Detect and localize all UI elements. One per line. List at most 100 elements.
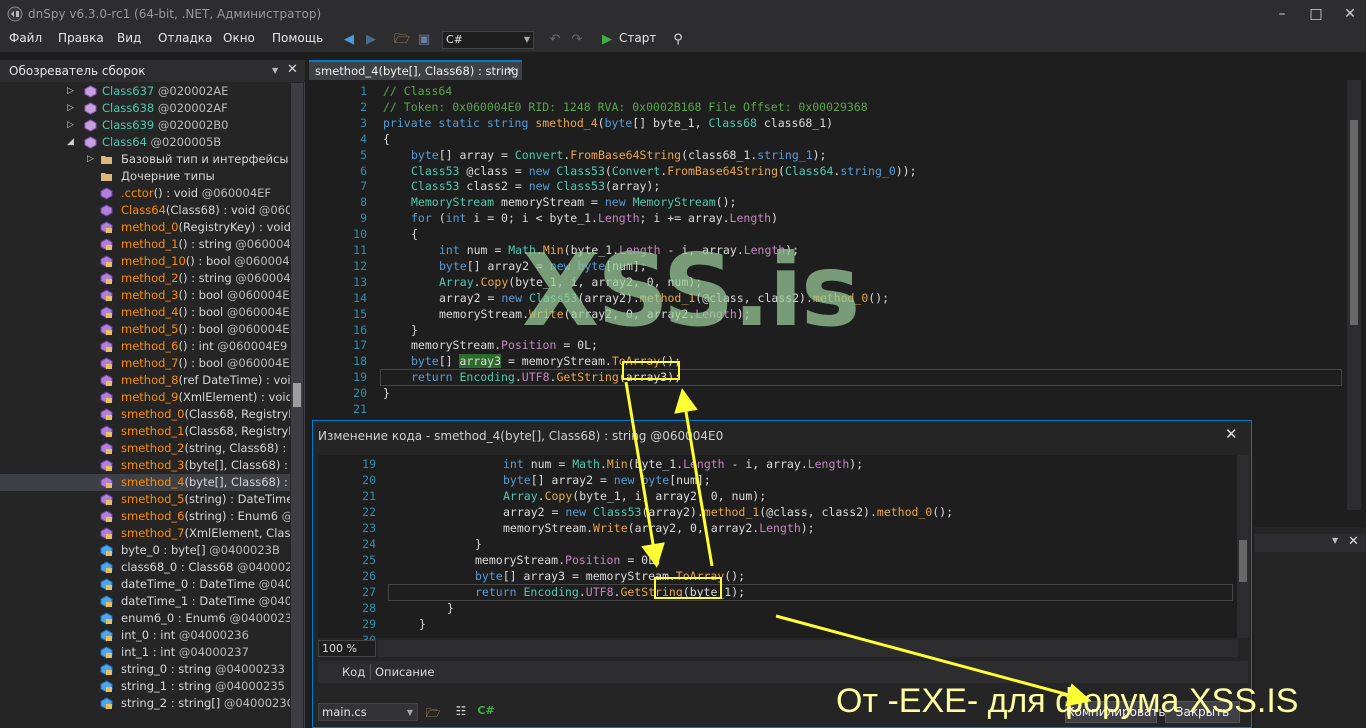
- chevron-down-icon[interactable]: ▼: [1332, 536, 1338, 545]
- tree-item-folder[interactable]: ▷ Базовый тип и интерфейсы: [0, 151, 290, 168]
- add-file-icon[interactable]: 🗁: [424, 704, 442, 720]
- tab-smethod-4[interactable]: smethod_4(byte[], Class68) : string ✕: [309, 60, 522, 80]
- tree-item-method[interactable]: smethod_0(Class68, RegistryKey: [0, 406, 290, 423]
- column-description[interactable]: Описание: [375, 665, 434, 679]
- tree-item-method[interactable]: smethod_5(string) : DateTime @: [0, 491, 290, 508]
- tree-item-field[interactable]: string_0 : string @04000233: [0, 661, 290, 678]
- start-button[interactable]: Старт: [619, 31, 656, 45]
- menu-help[interactable]: Помощь: [272, 31, 323, 45]
- tree-item-method[interactable]: smethod_1(Class68, RegistryKey: [0, 423, 290, 440]
- tree-item-method[interactable]: method_1() : string @060004E4: [0, 236, 290, 253]
- minimize-button[interactable]: –: [1270, 4, 1294, 24]
- menu-file[interactable]: Файл: [9, 31, 42, 45]
- tree-item-field[interactable]: int_0 : int @04000236: [0, 627, 290, 644]
- scrollbar-thumb[interactable]: [1350, 120, 1358, 325]
- tree-item-field[interactable]: string_1 : string @04000235: [0, 678, 290, 695]
- csharp-icon[interactable]: C#: [477, 704, 495, 720]
- expanded-arrow-icon[interactable]: ◢: [67, 134, 77, 151]
- menu-debug[interactable]: Отладка: [158, 31, 212, 45]
- tree-item-class[interactable]: ▷ Class637 @020002AE: [0, 83, 290, 100]
- undo-icon[interactable]: ↶: [546, 31, 564, 49]
- zoom-select[interactable]: 100 %: [318, 640, 376, 657]
- tree-item-method[interactable]: method_3() : bool @060004E6: [0, 287, 290, 304]
- tree-item-method[interactable]: method_7() : bool @060004EA: [0, 355, 290, 372]
- tree-item-field[interactable]: dateTime_0 : DateTime @04000: [0, 576, 290, 593]
- tree-item-class[interactable]: ▷ Class638 @020002AF: [0, 100, 290, 117]
- menu-edit[interactable]: Правка: [58, 31, 104, 45]
- tree-item-label: method_4() : bool @060004E7: [121, 305, 290, 319]
- tree-item-field[interactable]: int_1 : int @04000237: [0, 644, 290, 661]
- tree-item-method[interactable]: method_2() : string @060004E5: [0, 270, 290, 287]
- start-icon[interactable]: ▶: [598, 31, 616, 49]
- tree-item-method[interactable]: method_5() : bool @060004E8: [0, 321, 290, 338]
- tree-item-label: Class639 @020002B0: [102, 118, 229, 132]
- tree-item-method[interactable]: method_8(ref DateTime) : void (: [0, 372, 290, 389]
- chevron-down-icon[interactable]: ▼: [272, 66, 278, 75]
- scrollbar-thumb[interactable]: [1239, 540, 1247, 582]
- close-dialog-icon[interactable]: ✕: [1225, 425, 1238, 443]
- line-number: 23: [362, 521, 376, 535]
- line-number: 15: [353, 306, 367, 321]
- collapsed-arrow-icon[interactable]: ▷: [67, 117, 77, 134]
- tree-item-label: enum6_0 : Enum6 @04000238: [121, 611, 290, 625]
- tree-item-folder[interactable]: Дочерние типы: [0, 168, 290, 185]
- tree-scrollbar[interactable]: [291, 83, 303, 728]
- lock-method-icon: [100, 493, 113, 506]
- menu-view[interactable]: Вид: [117, 31, 141, 45]
- editor-scrollbar[interactable]: [1347, 80, 1361, 510]
- line-number: 1: [360, 84, 367, 98]
- dialog-code-editor[interactable]: 19 int num = Math.Min(byte_1.Length - i, …: [318, 455, 1238, 647]
- collapsed-arrow-icon[interactable]: ▷: [87, 151, 97, 168]
- menu-window[interactable]: Окно: [223, 31, 255, 45]
- tree-item-method[interactable]: .cctor() : void @060004EF: [0, 185, 290, 202]
- tree-item-method[interactable]: method_0(RegistryKey) : void @: [0, 219, 290, 236]
- save-icon[interactable]: ▣: [415, 31, 433, 49]
- tree-item-class[interactable]: ◢ Class64 @0200005B: [0, 134, 290, 151]
- maximize-button[interactable]: □: [1304, 4, 1328, 24]
- collapsed-arrow-icon[interactable]: ▷: [67, 100, 77, 117]
- tree-item-method[interactable]: smethod_4(byte[], Class68) : stri: [0, 474, 290, 491]
- tree-item-field[interactable]: string_2 : string[] @0400023C: [0, 695, 290, 712]
- search-icon[interactable]: ⚲: [669, 31, 687, 49]
- tree-item-method[interactable]: method_6() : int @060004E9: [0, 338, 290, 355]
- tree-item-method[interactable]: method_4() : bool @060004E7: [0, 304, 290, 321]
- redo-icon[interactable]: ↷: [568, 31, 586, 49]
- tree-item-label: smethod_0(Class68, RegistryKey: [121, 407, 290, 421]
- tree-item-method[interactable]: smethod_6(string) : Enum6 @06: [0, 508, 290, 525]
- language-select[interactable]: C# ▼: [442, 31, 534, 49]
- field-icon: [100, 544, 113, 557]
- close-window-button[interactable]: ✕: [1338, 4, 1362, 24]
- back-icon[interactable]: ◀: [340, 31, 358, 49]
- tree-item-method[interactable]: method_10() : bool @060004EE: [0, 253, 290, 270]
- tree-item-method[interactable]: smethod_7(XmlElement, Class68: [0, 525, 290, 542]
- tree-item-method[interactable]: smethod_2(string, Class68) : Cla: [0, 440, 290, 457]
- tree-item-field[interactable]: dateTime_1 : DateTime @04000: [0, 593, 290, 610]
- open-folder-icon[interactable]: 🗁: [393, 31, 411, 49]
- lock-method-icon: [100, 459, 113, 472]
- file-select[interactable]: main.cs ▼: [318, 703, 418, 721]
- tree-item-label: .cctor() : void @060004EF: [121, 186, 272, 200]
- tree-item-method[interactable]: method_9(XmlElement) : void @: [0, 389, 290, 406]
- lock-method-icon: [100, 391, 113, 404]
- close-tab-icon[interactable]: ✕: [506, 64, 515, 77]
- column-code[interactable]: Код: [342, 665, 365, 679]
- tree-item-class[interactable]: ▷ Class639 @020002B0: [0, 117, 290, 134]
- code-line: // Token: 0x060004E0 RID: 1248 RVA: 0x00…: [383, 99, 868, 114]
- line-number: 22: [362, 505, 376, 519]
- tree-item-method[interactable]: smethod_3(byte[], Class68) : Cla: [0, 457, 290, 474]
- tree-item-method[interactable]: Class64(Class68) : void @060004: [0, 202, 290, 219]
- close-panel-icon[interactable]: ✕: [1348, 534, 1359, 549]
- forward-icon[interactable]: ▶: [362, 31, 380, 49]
- tree-item-field[interactable]: class68_0 : Class68 @04000234: [0, 559, 290, 576]
- tree-item-label: Class638 @020002AF: [102, 101, 228, 115]
- collapsed-arrow-icon[interactable]: ▷: [67, 83, 77, 100]
- tree-item-field[interactable]: enum6_0 : Enum6 @04000238: [0, 610, 290, 627]
- dialog-horizontal-scrollbar[interactable]: [378, 640, 1238, 657]
- dialog-scrollbar[interactable]: [1237, 455, 1249, 638]
- references-icon[interactable]: ☷: [452, 704, 470, 720]
- lock-method-icon: [100, 357, 113, 370]
- scrollbar-thumb[interactable]: [293, 383, 301, 407]
- close-panel-icon[interactable]: ✕: [287, 62, 298, 77]
- dnspy-logo-icon: [7, 6, 23, 22]
- tree-item-field[interactable]: byte_0 : byte[] @0400023B: [0, 542, 290, 559]
